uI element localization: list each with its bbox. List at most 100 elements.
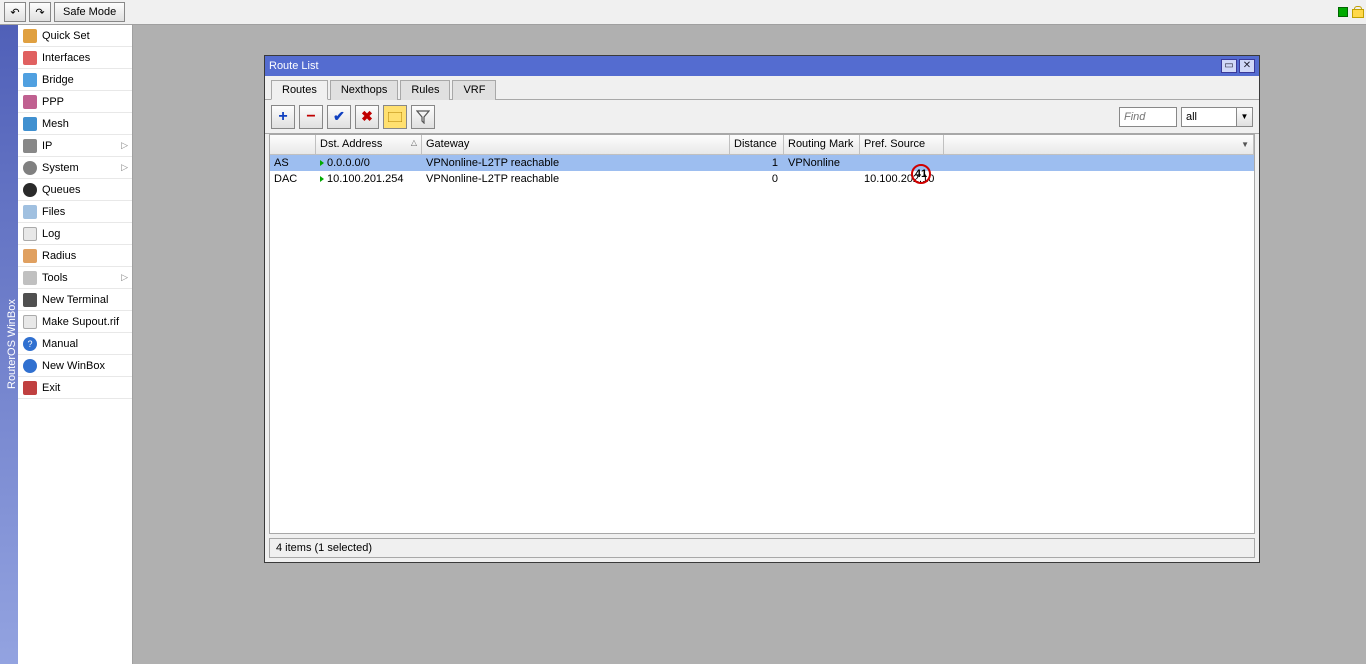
menu-item-make-supout-rif[interactable]: Make Supout.rif: [18, 311, 132, 333]
cell-distance: 0: [730, 171, 784, 187]
menu-item-label: IP: [42, 140, 52, 152]
ic-interfaces-icon: [22, 50, 38, 66]
menu-item-label: Mesh: [42, 118, 69, 130]
redo-button[interactable]: ↷: [29, 2, 51, 22]
ic-winbox-icon: [22, 358, 38, 374]
menu-item-label: Queues: [42, 184, 81, 196]
menu-item-tools[interactable]: Tools▷: [18, 267, 132, 289]
disable-button[interactable]: ✖: [355, 105, 379, 129]
menu-item-label: Make Supout.rif: [42, 316, 119, 328]
ic-system-icon: [22, 160, 38, 176]
ic-queues-icon: [22, 182, 38, 198]
cell-pref-source: [860, 155, 944, 171]
ic-files-icon: [22, 204, 38, 220]
close-button[interactable]: ✕: [1239, 59, 1255, 73]
table-row[interactable]: DAC10.100.201.254VPNonline-L2TP reachabl…: [270, 171, 1254, 187]
menu-item-ip[interactable]: IP ▷: [18, 135, 132, 157]
tab-routes[interactable]: Routes: [271, 80, 328, 100]
filter-select-value: all: [1181, 107, 1237, 127]
tab-nexthops[interactable]: Nexthops: [330, 80, 398, 100]
menu-item-label: System: [42, 162, 79, 174]
cell-gateway: VPNonline-L2TP reachable: [422, 155, 730, 171]
ic-mesh-icon: [22, 116, 38, 132]
menu-item-exit[interactable]: Exit: [18, 377, 132, 399]
undo-button[interactable]: ↶: [4, 2, 26, 22]
comment-button[interactable]: [383, 105, 407, 129]
window-titlebar[interactable]: Route List ▭ ✕: [265, 56, 1259, 76]
th-columns-menu[interactable]: ▼: [944, 135, 1254, 154]
main-menu: Quick SetInterfacesBridgePPPMeshIP▷Syste…: [18, 25, 133, 664]
th-distance[interactable]: Distance: [730, 135, 784, 154]
menu-item-label: Tools: [42, 272, 68, 284]
filter-button[interactable]: [411, 105, 435, 129]
route-list-window: Route List ▭ ✕ Routes Nexthops Rules VRF…: [264, 55, 1260, 563]
tab-rules[interactable]: Rules: [400, 80, 450, 100]
menu-item-interfaces[interactable]: Interfaces: [18, 47, 132, 69]
menu-item-quick-set[interactable]: Quick Set: [18, 25, 132, 47]
menu-item-label: Quick Set: [42, 30, 90, 42]
menu-item-label: New WinBox: [42, 360, 105, 372]
menu-item-mesh[interactable]: Mesh: [18, 113, 132, 135]
minimize-button[interactable]: ▭: [1221, 59, 1237, 73]
menu-item-label: PPP: [42, 96, 64, 108]
app-label: RouterOS WinBox: [0, 25, 18, 664]
cell-flags: AS: [270, 155, 316, 171]
menu-item-label: Radius: [42, 250, 76, 262]
active-route-icon: [320, 160, 324, 166]
top-toolbar-right: [1338, 6, 1362, 18]
th-pref-source[interactable]: Pref. Source: [860, 135, 944, 154]
safe-mode-button[interactable]: Safe Mode: [54, 2, 125, 22]
ic-terminal-icon: [22, 292, 38, 308]
menu-item-label: Bridge: [42, 74, 74, 86]
menu-item-queues[interactable]: Queues: [18, 179, 132, 201]
enable-button[interactable]: ✔: [327, 105, 351, 129]
menu-item-new-terminal[interactable]: New Terminal: [18, 289, 132, 311]
table-body: AS0.0.0.0/0VPNonline-L2TP reachable1VPNo…: [270, 155, 1254, 533]
cell-dst: 0.0.0.0/0: [316, 155, 422, 171]
comment-icon: [388, 112, 402, 122]
filter-select-arrow-icon[interactable]: ▼: [1237, 107, 1253, 127]
submenu-arrow-icon: ▷: [121, 140, 128, 151]
menu-item-label: Manual: [42, 338, 78, 350]
menu-item-ppp[interactable]: PPP: [18, 91, 132, 113]
menu-item-new-winbox[interactable]: New WinBox: [18, 355, 132, 377]
find-input[interactable]: [1119, 107, 1177, 127]
menu-item-label: New Terminal: [42, 294, 108, 306]
funnel-icon: [416, 110, 430, 124]
tab-vrf[interactable]: VRF: [452, 80, 496, 100]
sort-asc-icon: △: [411, 138, 417, 147]
route-table: Dst. Address △ Gateway Distance Routing …: [269, 134, 1255, 534]
remove-button[interactable]: −: [299, 105, 323, 129]
sidebar: RouterOS WinBox Quick Set Interfaces Bridg…: [0, 25, 133, 664]
th-routing-mark[interactable]: Routing Mark: [784, 135, 860, 154]
cell-routing-mark: VPNonline: [784, 155, 860, 171]
menu-item-log[interactable]: Log: [18, 223, 132, 245]
status-indicator-icon: [1338, 7, 1348, 17]
cell-distance: 1: [730, 155, 784, 171]
cell-gateway: VPNonline-L2TP reachable: [422, 171, 730, 187]
menu-item-label: Exit: [42, 382, 60, 394]
window-title: Route List: [269, 60, 1219, 72]
ic-supout-icon: [22, 314, 38, 330]
menu-item-radius[interactable]: Radius: [18, 245, 132, 267]
cell-routing-mark: [784, 171, 860, 187]
window-tabs: Routes Nexthops Rules VRF: [265, 76, 1259, 100]
submenu-arrow-icon: ▷: [121, 162, 128, 173]
menu-item-bridge[interactable]: Bridge: [18, 69, 132, 91]
menu-item-manual[interactable]: ?Manual: [18, 333, 132, 355]
table-row[interactable]: AS0.0.0.0/0VPNonline-L2TP reachable1VPNo…: [270, 155, 1254, 171]
menu-item-system[interactable]: System ▷: [18, 157, 132, 179]
th-flags[interactable]: [270, 135, 316, 154]
th-gateway[interactable]: Gateway: [422, 135, 730, 154]
status-bar: 4 items (1 selected): [269, 538, 1255, 558]
cell-rest: [944, 171, 1254, 187]
th-dst-address[interactable]: Dst. Address △: [316, 135, 422, 154]
add-button[interactable]: +: [271, 105, 295, 129]
active-route-icon: [320, 176, 324, 182]
lock-icon: [1352, 6, 1362, 18]
filter-select[interactable]: all ▼: [1181, 107, 1253, 127]
ic-ppp-icon: [22, 94, 38, 110]
menu-item-files[interactable]: Files: [18, 201, 132, 223]
menu-item-label: Log: [42, 228, 60, 240]
top-toolbar: ↶ ↷ Safe Mode: [0, 0, 1366, 25]
